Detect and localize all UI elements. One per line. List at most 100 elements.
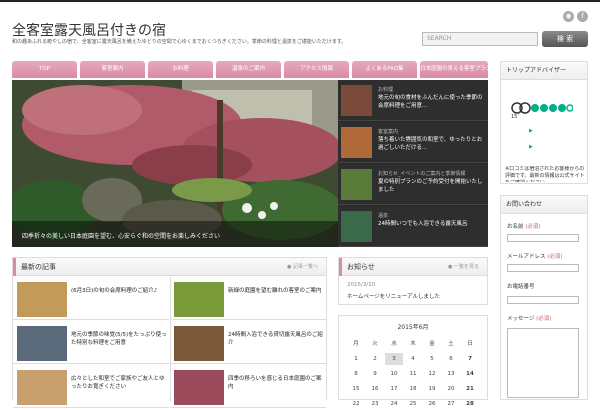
- column-divider: [170, 277, 171, 401]
- post-item[interactable]: 新緑の庭園を望む離れの客室のご案内: [170, 277, 326, 320]
- name-field[interactable]: [507, 234, 579, 242]
- latest-posts-header: 最新の記事 ● 記事一覧へ: [13, 258, 326, 276]
- hero-image[interactable]: 四季折々の美しい日本庭園を望む、心安らぐ和の空間をお楽しみください: [12, 80, 338, 247]
- calendar-day[interactable]: 8: [347, 368, 365, 380]
- calendar-title: 2015年6月: [397, 324, 429, 331]
- post-item[interactable]: 広々とした和室でご家族やご友人とゆったりお寛ぎください: [13, 365, 169, 408]
- nav-cuisine[interactable]: お料理: [148, 61, 213, 78]
- message-label: メッセージ (必須): [507, 316, 552, 322]
- news-date: 2015/3/10: [347, 282, 376, 288]
- thumb-title[interactable]: 地元の旬の食材をふんだんに使った季節の会席料理をご用意…: [378, 94, 486, 118]
- thumb-category: お知らせ_イベントのご案内と季節情報: [378, 171, 466, 177]
- search-button[interactable]: 検 索: [542, 31, 588, 47]
- latest-posts-title: 最新の記事: [21, 263, 56, 271]
- news-title: お知らせ: [347, 263, 375, 271]
- thumb-title[interactable]: 24時間いつでも入浴できる露天風呂: [378, 220, 486, 244]
- calendar-weekday: 水: [391, 341, 397, 347]
- header-accent: [339, 258, 342, 276]
- post-item[interactable]: 24時間入浴できる貸切露天風呂のご紹介: [170, 321, 326, 364]
- nav-access[interactable]: アクセス情報: [284, 61, 349, 78]
- calendar-day[interactable]: 7: [461, 353, 479, 365]
- tripadvisor-logo-icon[interactable]: [511, 100, 574, 119]
- news-panel: お知らせ ● 一覧を見る 2015/3/10 ホームページをリニューアルしました: [338, 257, 488, 305]
- nav-top[interactable]: TOP: [12, 61, 77, 78]
- thumb-image: [341, 169, 372, 200]
- calendar-weekday: 日: [467, 341, 473, 347]
- nav-onsen[interactable]: 温泉のご案内: [216, 61, 281, 78]
- facebook-icon[interactable]: f: [577, 11, 588, 22]
- thumb-category: お料理: [378, 87, 394, 93]
- calendar-day[interactable]: 9: [366, 368, 384, 380]
- calendar-day[interactable]: 16: [366, 383, 384, 395]
- calendar-day[interactable]: 5: [423, 353, 441, 365]
- rss-icon[interactable]: ◉: [563, 11, 574, 22]
- calendar-day[interactable]: 4: [404, 353, 422, 365]
- review-link-icon[interactable]: ▶: [529, 144, 533, 150]
- news-more-link[interactable]: ● 一覧を見る: [448, 258, 479, 276]
- calendar-day[interactable]: 20: [442, 383, 460, 395]
- news-item-link[interactable]: ホームページをリニューアルしました: [347, 292, 440, 300]
- hero-caption[interactable]: 四季折々の美しい日本庭園を望む、心安らぐ和の空間をお楽しみください: [12, 221, 338, 247]
- email-field[interactable]: [507, 264, 579, 272]
- search-input[interactable]: SEARCH: [422, 32, 538, 46]
- review-note: ※口コミは宿泊されたお客様からの評価です。最新の情報は公式サイトをご確認ください…: [505, 166, 585, 182]
- latest-posts-panel: 最新の記事 ● 記事一覧へ (6月3日)の旬の会席料理のご紹介♪ 新緑の庭園を望…: [12, 257, 327, 408]
- header-accent: [13, 258, 16, 276]
- site-title[interactable]: 全客室露天風呂付きの宿: [12, 20, 166, 40]
- news-header: お知らせ ● 一覧を見る: [339, 258, 487, 276]
- calendar-day[interactable]: 15: [347, 383, 365, 395]
- post-thumbnail[interactable]: [17, 282, 67, 317]
- phone-label: お電話番号: [507, 284, 535, 290]
- post-thumbnail[interactable]: [17, 326, 67, 361]
- post-title[interactable]: 新緑の庭園を望む離れの客室のご案内: [228, 287, 324, 311]
- calendar-day[interactable]: 17: [385, 383, 403, 395]
- top-bar: [0, 0, 600, 2]
- slider-thumb[interactable]: 温泉 24時間いつでも入浴できる露天風呂: [338, 206, 488, 247]
- featured-slider[interactable]: 四季折々の美しい日本庭園を望む、心安らぐ和の空間をお楽しみください お料理 地元…: [12, 80, 488, 247]
- post-title[interactable]: 四季の移ろいを感じる日本庭園のご案内: [228, 375, 324, 399]
- review-count[interactable]: 15: [511, 114, 517, 120]
- calendar-day[interactable]: 18: [404, 383, 422, 395]
- review-link-icon[interactable]: ▶: [529, 128, 533, 134]
- calendar-day[interactable]: 19: [423, 383, 441, 395]
- thumb-title[interactable]: 夏の特別プランのご予約受付を開始いたしました: [378, 178, 486, 202]
- slider-thumb[interactable]: お知らせ_イベントのご案内と季節情報 夏の特別プランのご予約受付を開始いたしまし…: [338, 164, 488, 205]
- calendar-day[interactable]: 3: [385, 353, 403, 365]
- review-widget: トリップアドバイザー 15 ▶ ▶ ※口コミは宿泊されたお客様からの評価です。最…: [500, 61, 588, 184]
- thumb-title[interactable]: 落ち着いた雰囲気の和室で、ゆったりとお過ごしいただける…: [378, 136, 486, 160]
- calendar-weekday: 木: [410, 341, 416, 347]
- slider-thumb[interactable]: 客室案内 落ち着いた雰囲気の和室で、ゆったりとお過ごしいただける…: [338, 122, 488, 163]
- post-title[interactable]: 24時間入浴できる貸切露天風呂のご紹介: [228, 331, 324, 355]
- slider-thumb[interactable]: お料理 地元の旬の食材をふんだんに使った季節の会席料理をご用意…: [338, 80, 488, 121]
- post-item[interactable]: 四季の移ろいを感じる日本庭園のご案内: [170, 365, 326, 408]
- nav-rooms[interactable]: 客室案内: [80, 61, 145, 78]
- calendar-day[interactable]: 11: [404, 368, 422, 380]
- calendar-day[interactable]: 21: [461, 383, 479, 395]
- nav-garden-plan[interactable]: 日本庭園の見える客室プランのご紹介: [420, 61, 488, 78]
- name-label: お名前 (必須): [507, 224, 541, 230]
- calendar-weekday: 土: [448, 341, 454, 347]
- nav-faq[interactable]: よくあるFAQ集: [352, 61, 417, 78]
- post-thumbnail[interactable]: [174, 282, 224, 317]
- site-description: 和の趣あふれる癒やしの宿で、全客室に露天風呂を備えたゆとりの空間で心ゆくまでおく…: [12, 39, 347, 45]
- post-item[interactable]: (6月3日)の旬の会席料理のご紹介♪: [13, 277, 169, 320]
- message-textarea[interactable]: [507, 328, 579, 398]
- latest-posts-more-link[interactable]: ● 記事一覧へ: [287, 258, 318, 276]
- phone-field[interactable]: [507, 296, 579, 304]
- calendar-weekday: 金: [429, 341, 435, 347]
- post-title[interactable]: 広々とした和室でご家族やご友人とゆったりお寛ぎください: [71, 375, 167, 399]
- calendar-day[interactable]: 2: [366, 353, 384, 365]
- email-label: メールアドレス (必須): [507, 254, 563, 260]
- thumb-image: [341, 211, 372, 242]
- thumb-category: 温泉: [378, 213, 389, 219]
- calendar-day[interactable]: 10: [385, 368, 403, 380]
- post-title[interactable]: (6月3日)の旬の会席料理のご紹介♪: [71, 287, 167, 311]
- calendar-day[interactable]: 14: [461, 368, 479, 380]
- post-thumbnail[interactable]: [174, 326, 224, 361]
- calendar-day[interactable]: 12: [423, 368, 441, 380]
- post-title[interactable]: 地元の季節の味覚(5/5)をたっぷり使った特別な料理をご用意: [71, 331, 167, 355]
- calendar-day[interactable]: 1: [347, 353, 365, 365]
- post-item[interactable]: 地元の季節の味覚(5/5)をたっぷり使った特別な料理をご用意: [13, 321, 169, 364]
- calendar-day[interactable]: 6: [442, 353, 460, 365]
- calendar-day[interactable]: 13: [442, 368, 460, 380]
